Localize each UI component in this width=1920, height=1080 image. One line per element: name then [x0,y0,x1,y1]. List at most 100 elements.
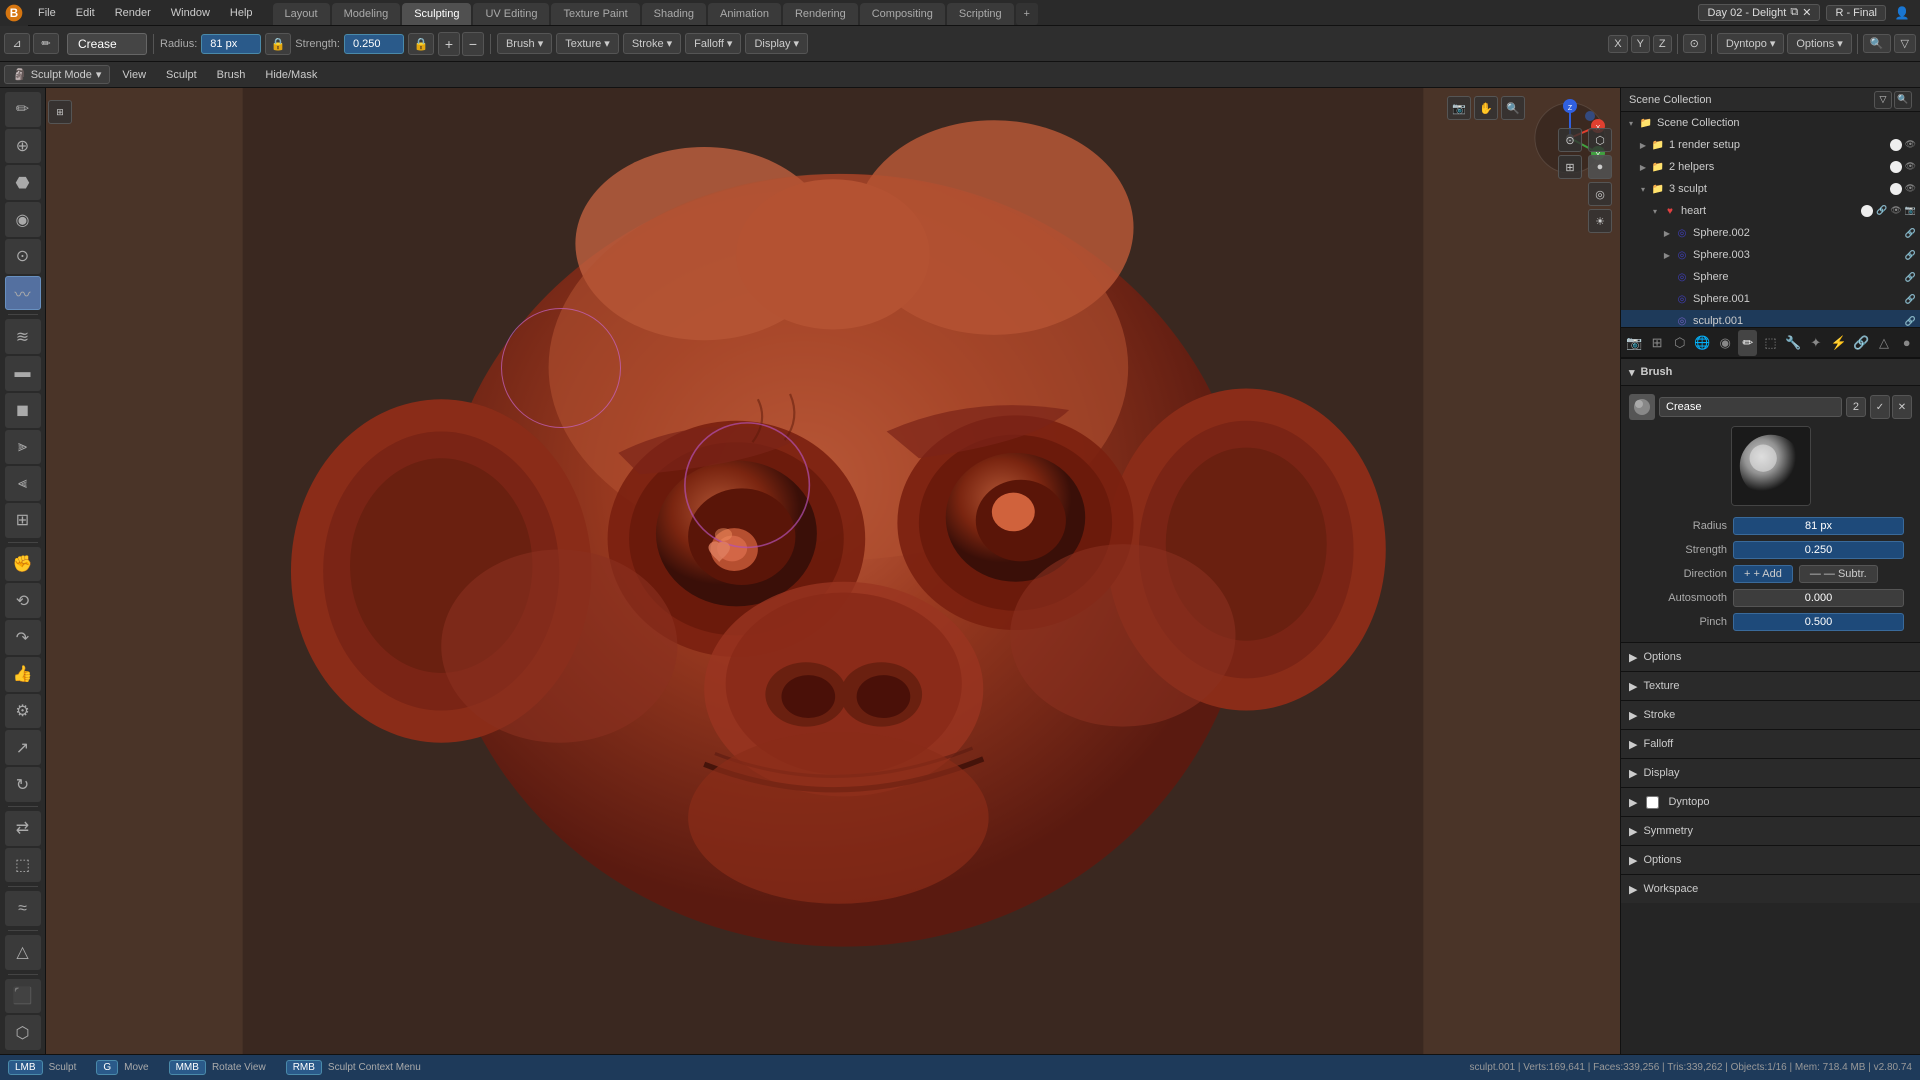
proportional-edit-btn[interactable]: ⊙ [1683,34,1706,53]
tab-uv-editing[interactable]: UV Editing [473,3,549,25]
workspace-section-header[interactable]: ▶ Workspace [1621,875,1920,903]
crease-tool-btn[interactable]: 〰 [5,276,41,311]
multiplane-scrape-tool-btn[interactable]: ⫷ [5,466,41,501]
outliner-search-btn[interactable]: 🔍 [1894,91,1912,109]
outliner-sphere-001[interactable]: ◎ Sphere.001 🔗 [1621,288,1920,310]
pinch-tool-btn[interactable]: ⊞ [5,503,41,538]
simplify-tool-btn[interactable]: △ [5,935,41,970]
tab-texture-paint[interactable]: Texture Paint [551,3,639,25]
symmetry-section-header[interactable]: ▶ Symmetry [1621,817,1920,845]
pose-tool-btn[interactable]: ⚙ [5,694,41,729]
view-btn[interactable]: View [114,67,154,83]
outliner-sphere-003[interactable]: ▶ ◎ Sphere.003 🔗 [1621,244,1920,266]
tab-layout[interactable]: Layout [273,3,330,25]
falloff-section-header[interactable]: ▶ Falloff [1621,730,1920,758]
outliner-render-setup[interactable]: ▶ 📁 1 render setup 👁 [1621,134,1920,156]
sculpt-mode-select[interactable]: 🗿 Sculpt Mode ▾ [4,65,110,84]
tab-scripting[interactable]: Scripting [947,3,1014,25]
brush-name-display[interactable]: Crease [67,33,147,55]
prop-tab-active-tool[interactable]: ✏ [1738,330,1757,356]
render-name-display[interactable]: R - Final [1826,5,1886,21]
fill-tool-btn[interactable]: ◼ [5,393,41,428]
blob-tool-btn[interactable]: ⊙ [5,239,41,274]
prop-tab-constraints[interactable]: 🔗 [1852,330,1871,356]
shading-rendered-btn[interactable]: ☀ [1588,209,1612,233]
prop-tab-data[interactable]: △ [1875,330,1894,356]
stroke-section-header[interactable]: ▶ Stroke [1621,701,1920,729]
brush-delete-btn[interactable]: ✕ [1892,395,1912,419]
file-close-icon[interactable]: ✕ [1802,6,1811,19]
brush-section-header[interactable]: ▾ Brush [1621,358,1920,386]
dyntopo-checkbox[interactable] [1646,796,1659,809]
tab-shading[interactable]: Shading [642,3,706,25]
outliner-sphere[interactable]: ◎ Sphere 🔗 [1621,266,1920,288]
prop-tab-output[interactable]: ⊞ [1648,330,1667,356]
brush-tool-btn[interactable]: ✏ [33,33,59,54]
outliner-filter-btn[interactable]: ▽ [1874,91,1892,109]
prop-tab-scene[interactable]: 🌐 [1693,330,1712,356]
radius-lock-btn[interactable]: 🔒 [265,33,291,55]
rotate-tool-btn[interactable]: ↻ [5,767,41,802]
outliner-sculpt[interactable]: ▾ 📁 3 sculpt 👁 [1621,178,1920,200]
transform-tool-btn[interactable]: ⊿ [4,33,30,54]
prop-tab-material[interactable]: ● [1897,330,1916,356]
file-name-display[interactable]: Day 02 - Delight ⧉ ✕ [1698,4,1820,21]
search-btn[interactable]: 🔍 [1863,34,1891,53]
thumb-tool-btn[interactable]: 👍 [5,657,41,692]
display-section-header[interactable]: ▶ Display [1621,759,1920,787]
viewport-zoom-btn[interactable]: 🔍 [1501,96,1525,120]
xray-toggle-btn[interactable]: ⊞ [1558,155,1582,179]
clay-strips-tool-btn[interactable]: ⬣ [5,165,41,200]
prop-tab-modifier[interactable]: 🔧 [1784,330,1803,356]
smooth-tool-btn[interactable]: ≋ [5,319,41,354]
elastic-deform-tool-btn[interactable]: ⟲ [5,583,41,618]
options-section-header[interactable]: ▶ Options [1621,643,1920,671]
viewport[interactable]: X Y Z 📷 ✋ 🔍 ⬡ ● ◎ [46,88,1620,1054]
tab-rendering[interactable]: Rendering [783,3,858,25]
viewport-pan-btn[interactable]: ✋ [1474,96,1498,120]
shading-solid-btn[interactable]: ● [1588,155,1612,179]
options-btn[interactable]: Options ▾ [1787,33,1851,54]
strength-lock-btn[interactable]: 🔒 [408,33,434,55]
viewport-z-axis[interactable]: Z [1653,35,1672,53]
stroke-dropdown-btn[interactable]: Stroke ▾ [623,33,681,54]
tab-animation[interactable]: Animation [708,3,781,25]
sculpt-btn[interactable]: Sculpt [158,67,205,83]
scrape-tool-btn[interactable]: ⫸ [5,430,41,465]
boundary-tool-btn[interactable]: ⬚ [5,848,41,883]
direction-add-btn[interactable]: + + Add [1733,565,1793,583]
display-dropdown-btn[interactable]: Display ▾ [745,33,808,54]
slide-relax-tool-btn[interactable]: ⇄ [5,811,41,846]
prop-tab-world[interactable]: ◉ [1716,330,1735,356]
radius-prop-value[interactable]: 81 px [1733,517,1904,535]
grab-tool-btn[interactable]: ✊ [5,547,41,582]
mask-tool-btn[interactable]: ⬛ [5,979,41,1014]
clay-tool-btn[interactable]: ⊕ [5,129,41,164]
texture-section-header[interactable]: ▶ Texture [1621,672,1920,700]
hidemask-btn[interactable]: Hide/Mask [257,67,325,83]
menu-render[interactable]: Render [105,0,161,25]
viewport-camera-btn[interactable]: 📷 [1447,96,1471,120]
brush-btn[interactable]: Brush [209,67,254,83]
prop-tab-render[interactable]: 📷 [1625,330,1644,356]
draw-face-sets-btn[interactable]: ⬡ [5,1015,41,1050]
outliner-heart[interactable]: ▾ ♥ heart 🔗 👁 📷 [1621,200,1920,222]
texture-dropdown-btn[interactable]: Texture ▾ [556,33,619,54]
add-btn[interactable]: + [438,32,460,56]
snap-to-grid-btn[interactable]: ⊞ [48,100,72,124]
brush-dropdown-btn[interactable]: Brush ▾ [497,33,552,54]
flatten-tool-btn[interactable]: ▬ [5,356,41,391]
falloff-dropdown-btn[interactable]: Falloff ▾ [685,33,741,54]
filter-btn[interactable]: ▽ [1894,34,1916,53]
inflate-tool-btn[interactable]: ◉ [5,202,41,237]
shading-wireframe-btn[interactable]: ⬡ [1588,128,1612,152]
strength-prop-value[interactable]: 0.250 [1733,541,1904,559]
brush-icon-small[interactable] [1629,394,1655,420]
tab-sculpting[interactable]: Sculpting [402,3,471,25]
dyntopo-btn[interactable]: Dyntopo ▾ [1717,33,1785,54]
direction-subtract-btn[interactable]: — — Subtr. [1799,565,1878,583]
outliner-helpers[interactable]: ▶ 📁 2 helpers 👁 [1621,156,1920,178]
menu-help[interactable]: Help [220,0,263,25]
dyntopo-section-header[interactable]: ▶ Dyntopo [1621,788,1920,816]
menu-edit[interactable]: Edit [66,0,105,25]
